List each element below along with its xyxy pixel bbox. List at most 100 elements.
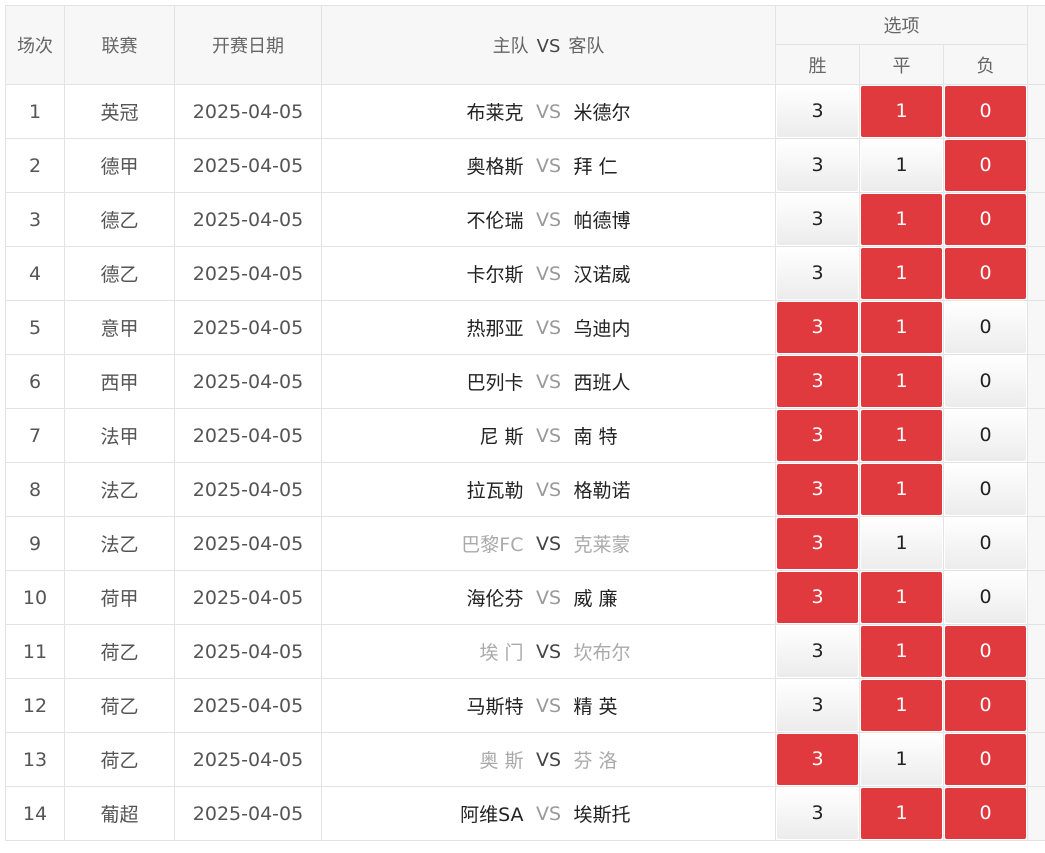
option-win-button[interactable]: 3: [777, 518, 858, 569]
cell-win: 3: [775, 462, 860, 517]
option-win-button[interactable]: 3: [777, 734, 858, 785]
option-draw-button[interactable]: 1: [861, 572, 942, 623]
table-row: 3 德乙 2025-04-05 不伦瑞 VS 帕德博 3 1 0: [5, 192, 1045, 247]
cell-date: 2025-04-05: [174, 786, 322, 841]
option-lose-button[interactable]: 0: [945, 86, 1027, 137]
option-lose-button[interactable]: 0: [945, 680, 1027, 731]
option-win-button[interactable]: 3: [777, 86, 858, 137]
option-win-button[interactable]: 3: [777, 140, 858, 191]
option-draw-button[interactable]: 1: [861, 86, 942, 137]
option-win-button[interactable]: 3: [777, 194, 858, 245]
cell-no: 8: [5, 462, 65, 517]
table-row: 10 荷甲 2025-04-05 海伦芬 VS 威 廉 3 1 0: [5, 570, 1045, 625]
option-draw-button[interactable]: 1: [861, 734, 942, 785]
scroll-gutter: [1027, 786, 1045, 841]
cell-league: 法乙: [64, 516, 175, 571]
vs-label: VS: [535, 262, 562, 285]
option-win-button[interactable]: 3: [777, 302, 858, 353]
vs-label: VS: [535, 154, 562, 177]
cell-date: 2025-04-05: [174, 192, 322, 247]
cell-no: 14: [5, 786, 65, 841]
cell-league: 葡超: [64, 786, 175, 841]
option-lose-button[interactable]: 0: [945, 410, 1027, 461]
cell-no: 5: [5, 300, 65, 355]
option-lose-button[interactable]: 0: [945, 194, 1027, 245]
cell-teams: 奥 斯 VS 芬 洛: [321, 732, 776, 787]
cell-win: 3: [775, 732, 860, 787]
home-team: 海伦芬: [466, 588, 524, 610]
cell-league: 法乙: [64, 462, 175, 517]
option-draw-button[interactable]: 1: [861, 464, 942, 515]
cell-draw: 1: [859, 570, 944, 625]
option-draw-button[interactable]: 1: [861, 626, 942, 677]
option-lose-button[interactable]: 0: [945, 788, 1027, 839]
teams: 拉瓦勒 VS 格勒诺: [322, 463, 775, 516]
option-lose-button[interactable]: 0: [945, 140, 1027, 191]
away-team: 埃斯托: [573, 804, 631, 826]
option-win-button[interactable]: 3: [777, 788, 858, 839]
option-win-button[interactable]: 3: [777, 680, 858, 731]
header-options: 选项: [774, 5, 1029, 45]
cell-no: 1: [5, 84, 65, 139]
vs-label: VS: [535, 478, 562, 501]
option-win-button[interactable]: 3: [777, 626, 858, 677]
cell-no: 11: [5, 624, 65, 679]
option-draw-button[interactable]: 1: [861, 518, 942, 569]
home-team: 埃 门: [479, 642, 524, 664]
option-win-button[interactable]: 3: [777, 464, 858, 515]
home-team: 马斯特: [466, 696, 524, 718]
table-row: 6 西甲 2025-04-05 巴列卡 VS 西班人 3 1 0: [5, 354, 1045, 409]
option-draw-button[interactable]: 1: [861, 194, 942, 245]
option-draw-button[interactable]: 1: [861, 140, 942, 191]
scroll-gutter: [1027, 354, 1045, 409]
option-draw-button[interactable]: 1: [861, 680, 942, 731]
away-team: 米德尔: [573, 102, 631, 124]
teams: 海伦芬 VS 威 廉: [322, 571, 775, 624]
header-date: 开赛日期: [174, 5, 322, 85]
table-row: 13 荷乙 2025-04-05 奥 斯 VS 芬 洛 3 1 0: [5, 732, 1045, 787]
option-lose-button[interactable]: 0: [945, 626, 1027, 677]
option-lose-button[interactable]: 0: [945, 518, 1027, 569]
away-team: 克莱蒙: [573, 534, 631, 556]
option-win-button[interactable]: 3: [777, 410, 858, 461]
option-draw-button[interactable]: 1: [861, 788, 942, 839]
cell-lose: 0: [942, 786, 1029, 841]
option-lose-button[interactable]: 0: [945, 572, 1027, 623]
option-lose-button[interactable]: 0: [945, 734, 1027, 785]
cell-league: 德甲: [64, 138, 175, 193]
option-draw-button[interactable]: 1: [861, 302, 942, 353]
option-lose-button[interactable]: 0: [945, 356, 1027, 407]
scroll-gutter: [1027, 462, 1045, 517]
cell-draw: 1: [859, 192, 944, 247]
cell-teams: 热那亚 VS 乌迪内: [321, 300, 776, 355]
scroll-gutter: [1027, 84, 1045, 139]
home-team: 不伦瑞: [466, 210, 524, 232]
cell-no: 7: [5, 408, 65, 463]
option-lose-button[interactable]: 0: [945, 464, 1027, 515]
cell-date: 2025-04-05: [174, 516, 322, 571]
away-team: 西班人: [573, 372, 631, 394]
header-no: 场次: [5, 5, 65, 85]
vs-label: VS: [535, 640, 562, 663]
cell-draw: 1: [859, 624, 944, 679]
scroll-gutter: [1027, 138, 1045, 193]
option-win-button[interactable]: 3: [777, 572, 858, 623]
option-win-button[interactable]: 3: [777, 248, 858, 299]
cell-win: 3: [775, 246, 860, 301]
table-row: 2 德甲 2025-04-05 奥格斯 VS 拜 仁 3 1 0: [5, 138, 1045, 193]
vs-label: VS: [535, 100, 562, 123]
option-draw-button[interactable]: 1: [861, 356, 942, 407]
option-lose-button[interactable]: 0: [945, 302, 1027, 353]
option-lose-button[interactable]: 0: [945, 248, 1027, 299]
cell-win: 3: [775, 192, 860, 247]
option-draw-button[interactable]: 1: [861, 248, 942, 299]
scroll-gutter: [1027, 300, 1045, 355]
option-win-button[interactable]: 3: [777, 356, 858, 407]
away-team: 芬 洛: [573, 750, 618, 772]
cell-draw: 1: [859, 84, 944, 139]
cell-league: 德乙: [64, 192, 175, 247]
table-row: 4 德乙 2025-04-05 卡尔斯 VS 汉诺威 3 1 0: [5, 246, 1045, 301]
header-teams: 主队 VS 客队: [321, 5, 776, 85]
cell-league: 德乙: [64, 246, 175, 301]
option-draw-button[interactable]: 1: [861, 410, 942, 461]
